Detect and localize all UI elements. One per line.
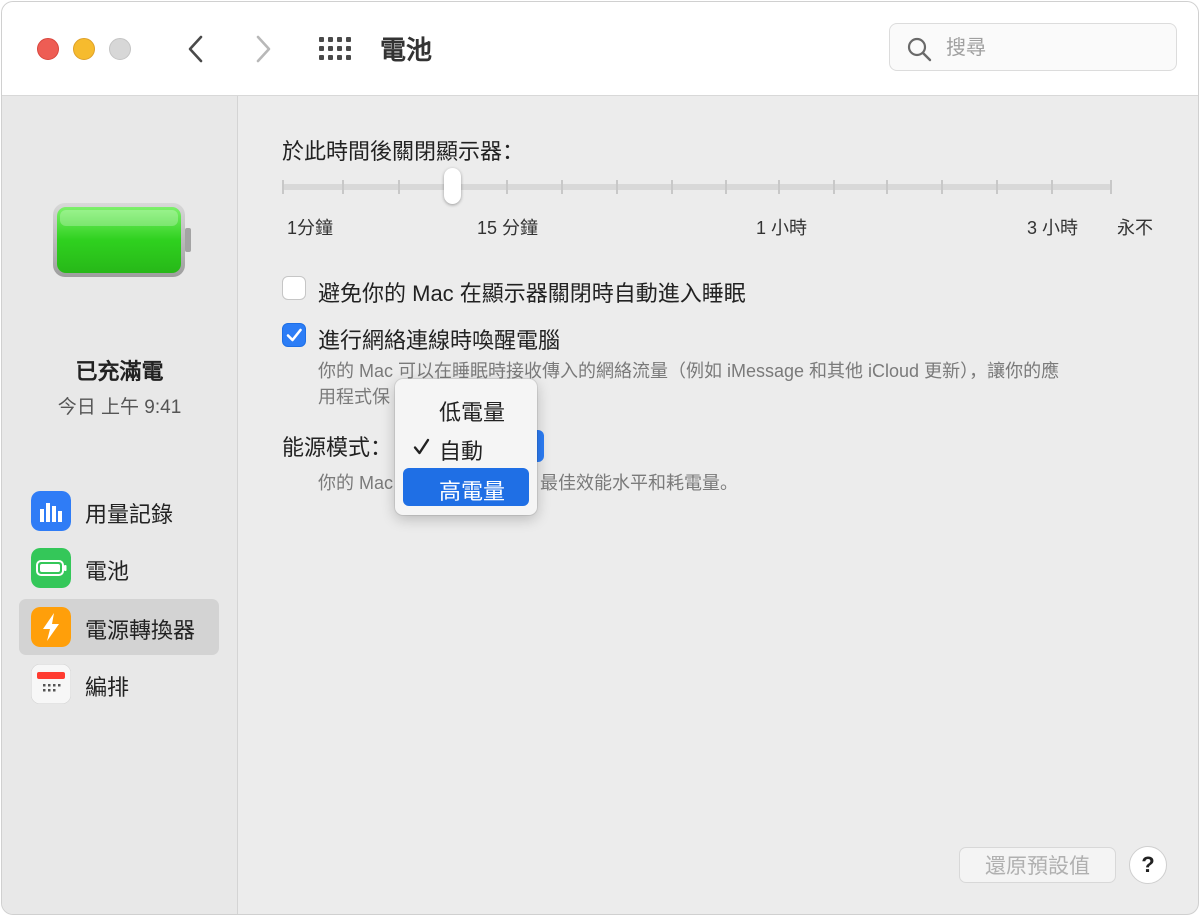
menu-item-low-power[interactable]: 低電量 [403,389,529,427]
slider-tick [833,180,835,194]
display-off-title: 於此時間後關閉顯示器： [282,139,525,164]
sidebar-item-label: 編排 [85,675,130,700]
chevron-left-icon [188,35,203,63]
slider-tick [996,180,998,194]
bar-chart-icon [31,491,71,531]
slider-tick [1110,180,1112,194]
prevent-sleep-checkbox[interactable] [282,276,306,300]
sidebar-item-power-adapter[interactable]: 電源轉換器 [19,599,219,655]
energy-mode-description-right: 最佳效能水平和耗電量。 [540,473,738,493]
restore-defaults-button[interactable]: 還原預設值 [959,847,1116,883]
energy-mode-label: 能源模式： [282,435,393,460]
content-pane: 於此時間後關閉顯示器： 1分鐘 15 分鐘 1 小時 3 小時 永不 避免你的 … [238,96,1198,914]
toolbar: 電池 [2,2,1198,96]
slider-tick [941,180,943,194]
slider-tick [282,180,284,194]
sidebar-item-label: 電池 [85,559,130,584]
slider-tick [886,180,888,194]
sidebar-item-usage-history[interactable]: 用量記錄 [19,483,219,539]
sidebar-item-label: 用量記錄 [85,502,174,527]
menu-item-high-power[interactable]: 高電量 [403,468,529,506]
slider-tick [671,180,673,194]
energy-mode-menu: 低電量 自動 高電量 [395,379,537,515]
sidebar-item-battery[interactable]: 電池 [19,540,219,596]
minimize-window-button[interactable] [73,38,95,60]
slider-tick [506,180,508,194]
forward-button[interactable] [248,32,278,66]
battery-status-time: 今日 上午 9:41 [57,397,182,418]
back-button[interactable] [182,32,212,66]
menu-item-label: 低電量 [439,400,506,425]
window-title: 電池 [380,35,433,65]
wake-network-checkbox[interactable] [282,323,306,347]
bolt-icon [31,607,71,647]
calendar-icon [31,664,71,704]
slider-tick [398,180,400,194]
wake-network-description-line2: 用程式保 [318,387,390,407]
checkmark-icon [286,328,302,342]
tick-label-never: 永不 [1117,218,1153,238]
search-icon [907,37,932,62]
tick-label-1-hour: 1 小時 [756,218,808,238]
settings-window: 電池 搜尋 已充滿電 今日 上午 9:41 用量記錄 電池 電源轉換器 編排 於… [1,1,1199,915]
prevent-sleep-label: 避免你的 Mac 在顯示器關閉時自動進入睡眠 [318,281,746,306]
tick-label-15-minutes: 15 分鐘 [477,218,539,238]
slider-tick [616,180,618,194]
slider-tick [778,180,780,194]
show-all-button[interactable] [318,36,352,62]
battery-full-icon [53,203,191,277]
search-field[interactable] [889,23,1177,71]
chevron-right-icon [256,35,271,63]
zoom-window-button[interactable] [109,38,131,60]
sidebar-item-schedule[interactable]: 編排 [19,656,219,712]
tick-label-1-minute: 1分鐘 [287,218,334,238]
slider-tick [561,180,563,194]
close-window-button[interactable] [37,38,59,60]
battery-icon [31,548,71,588]
energy-mode-description-left: 你的 Mac [318,473,394,493]
battery-status-title: 已充滿電 [75,359,164,384]
slider-tick [725,180,727,194]
sidebar: 已充滿電 今日 上午 9:41 用量記錄 電池 電源轉換器 編排 [2,96,238,914]
slider-tick [1051,180,1053,194]
wake-network-label: 進行網絡連線時喚醒電腦 [318,328,561,353]
menu-item-label: 高電量 [439,479,506,504]
tick-label-3-hours: 3 小時 [1027,218,1079,238]
menu-item-label: 自動 [439,439,484,464]
search-input[interactable] [944,33,1168,63]
help-button[interactable]: ? [1129,846,1167,884]
sidebar-item-label: 電源轉換器 [85,618,196,643]
menu-item-automatic[interactable]: 自動 [403,428,529,466]
grid-icon [319,37,351,60]
checkmark-icon [413,438,430,455]
display-off-slider[interactable] [282,184,1112,190]
slider-tick [342,180,344,194]
slider-knob[interactable] [444,168,461,204]
